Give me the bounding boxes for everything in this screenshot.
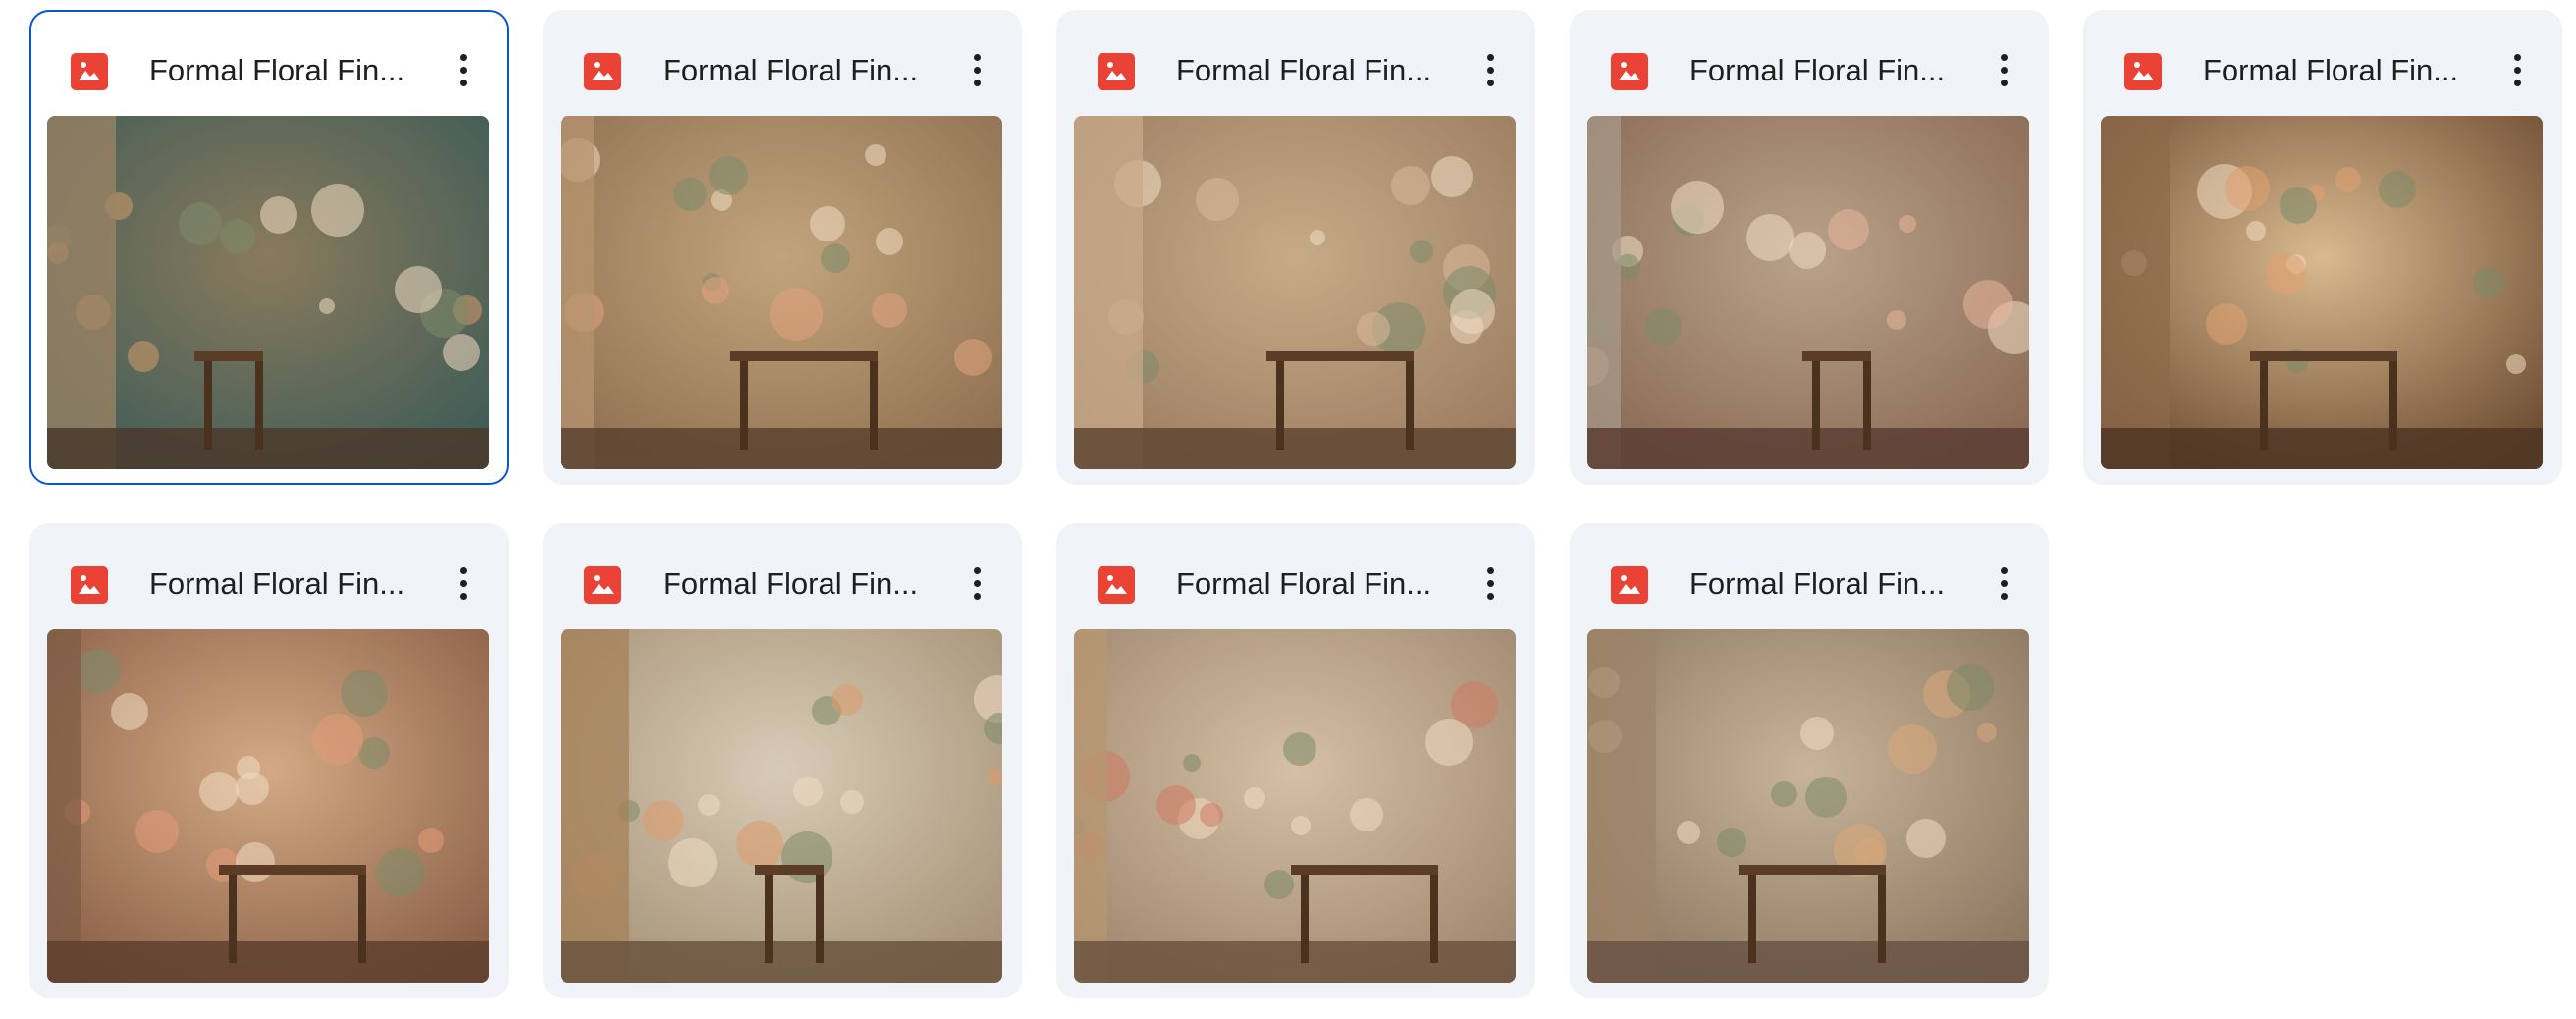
file-name: Formal Floral Fin...	[149, 53, 405, 87]
file-thumbnail[interactable]	[1074, 116, 1516, 469]
file-card[interactable]: Formal Floral Fin...	[29, 523, 509, 998]
more-vert-icon[interactable]	[1467, 559, 1514, 610]
file-grid: Formal Floral Fin... Formal Floral Fin..…	[0, 0, 2576, 1019]
more-vert-icon[interactable]	[1467, 45, 1514, 96]
file-card[interactable]: Formal Floral Fin...	[1056, 10, 1535, 485]
file-name: Formal Floral Fin...	[1176, 53, 1432, 87]
more-vert-icon[interactable]	[440, 559, 487, 610]
image-file-icon	[1611, 53, 1648, 90]
file-name: Formal Floral Fin...	[149, 566, 405, 601]
file-card[interactable]: Formal Floral Fin...	[29, 10, 509, 485]
image-file-icon	[584, 566, 621, 604]
file-card[interactable]: Formal Floral Fin...	[1056, 523, 1535, 998]
file-thumbnail[interactable]	[1074, 629, 1516, 983]
file-name: Formal Floral Fin...	[1690, 53, 1946, 87]
image-file-icon	[71, 53, 108, 90]
more-vert-icon[interactable]	[953, 45, 1000, 96]
image-file-icon	[584, 53, 621, 90]
file-card[interactable]: Formal Floral Fin...	[543, 523, 1022, 998]
file-card-header: Formal Floral Fin...	[1570, 523, 2049, 633]
file-card-header: Formal Floral Fin...	[1056, 10, 1535, 120]
file-card-header: Formal Floral Fin...	[543, 10, 1022, 120]
file-card[interactable]: Formal Floral Fin...	[543, 10, 1022, 485]
file-card-header: Formal Floral Fin...	[1056, 523, 1535, 633]
file-card-header: Formal Floral Fin...	[543, 523, 1022, 633]
more-vert-icon[interactable]	[2494, 45, 2541, 96]
image-file-icon	[1611, 566, 1648, 604]
file-card-header: Formal Floral Fin...	[31, 12, 507, 122]
file-thumbnail[interactable]	[2101, 116, 2543, 469]
file-thumbnail[interactable]	[561, 116, 1002, 469]
file-name: Formal Floral Fin...	[2203, 53, 2459, 87]
file-card[interactable]: Formal Floral Fin...	[2083, 10, 2562, 485]
file-thumbnail[interactable]	[561, 629, 1002, 983]
image-file-icon	[71, 566, 108, 604]
file-name: Formal Floral Fin...	[1176, 566, 1432, 601]
file-thumbnail[interactable]	[1587, 629, 2029, 983]
file-thumbnail[interactable]	[1587, 116, 2029, 469]
more-vert-icon[interactable]	[440, 45, 487, 96]
file-card-header: Formal Floral Fin...	[2083, 10, 2562, 120]
file-thumbnail[interactable]	[47, 629, 489, 983]
more-vert-icon[interactable]	[953, 559, 1000, 610]
file-thumbnail[interactable]	[47, 116, 489, 469]
file-card-header: Formal Floral Fin...	[29, 523, 509, 633]
more-vert-icon[interactable]	[1980, 559, 2027, 610]
file-card[interactable]: Formal Floral Fin...	[1570, 10, 2049, 485]
file-card[interactable]: Formal Floral Fin...	[1570, 523, 2049, 998]
image-file-icon	[2124, 53, 2162, 90]
more-vert-icon[interactable]	[1980, 45, 2027, 96]
image-file-icon	[1098, 53, 1135, 90]
file-card-header: Formal Floral Fin...	[1570, 10, 2049, 120]
image-file-icon	[1098, 566, 1135, 604]
file-name: Formal Floral Fin...	[1690, 566, 1946, 601]
file-name: Formal Floral Fin...	[663, 566, 919, 601]
file-name: Formal Floral Fin...	[663, 53, 919, 87]
